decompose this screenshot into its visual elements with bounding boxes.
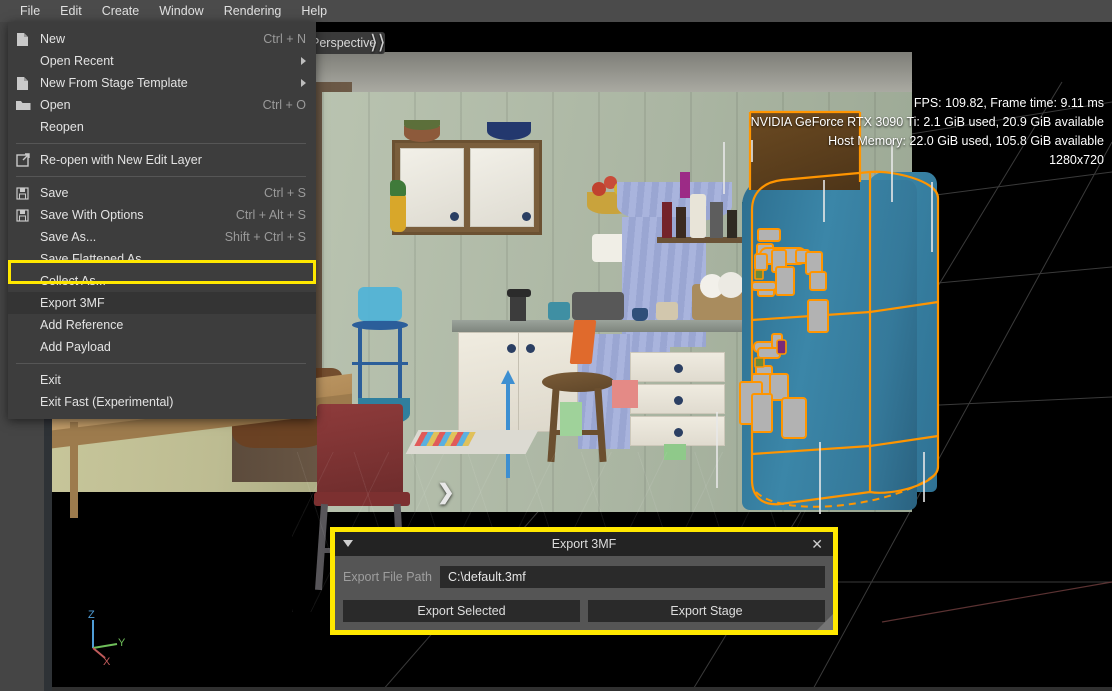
empty-icon-slot xyxy=(16,273,40,289)
menu-item-save[interactable]: Save Ctrl + S xyxy=(8,182,316,204)
menu-item-add-payload[interactable]: Add Payload xyxy=(8,336,316,358)
menu-item-collect-as-label: Collect As... xyxy=(40,274,106,288)
menu-item-new-from-stage-template[interactable]: New From Stage Template xyxy=(8,72,316,94)
hud-resolution-line: 1280x720 xyxy=(1049,153,1104,167)
menu-rendering[interactable]: Rendering xyxy=(214,1,292,21)
empty-icon-slot xyxy=(16,53,40,69)
menu-item-save-label: Save xyxy=(40,186,69,200)
menu-item-exit[interactable]: Exit xyxy=(8,369,316,391)
menu-item-save-accel: Ctrl + S xyxy=(263,186,306,200)
save-icon xyxy=(16,207,40,223)
empty-icon-slot xyxy=(16,339,40,355)
hud-gpu-line: NVIDIA GeForce RTX 3090 Ti: 2.1 GiB used… xyxy=(750,115,1104,129)
menu-edit[interactable]: Edit xyxy=(50,1,92,21)
empty-icon-slot xyxy=(16,119,40,135)
viewport-stats-hud: FPS: 109.82, Frame time: 9.11 ms NVIDIA … xyxy=(751,94,1104,170)
menu-item-open-recent-label: Open Recent xyxy=(40,54,114,68)
expand-toolbar-chevron-icon[interactable]: ⟩⟩ xyxy=(370,32,386,52)
menu-window[interactable]: Window xyxy=(149,1,213,21)
viewport-bottom-strip xyxy=(52,687,1112,691)
folder-icon xyxy=(16,97,40,113)
panel-expand-chevron-icon[interactable]: ❯ xyxy=(437,482,455,503)
menu-item-add-reference-label: Add Reference xyxy=(40,318,124,332)
menu-item-save-flattened-as[interactable]: Save Flattened As... xyxy=(8,248,316,270)
menu-item-open[interactable]: Open Ctrl + O xyxy=(8,94,316,116)
menu-item-add-payload-label: Add Payload xyxy=(40,340,111,354)
menu-help[interactable]: Help xyxy=(291,1,337,21)
menu-item-open-recent[interactable]: Open Recent xyxy=(8,50,316,72)
menu-item-reopen[interactable]: Reopen xyxy=(8,116,316,138)
menu-item-reopen-label: Reopen xyxy=(40,120,84,134)
submenu-chevron-right-icon xyxy=(301,57,306,65)
empty-icon-slot xyxy=(16,372,40,388)
menu-item-save-with-options-accel: Ctrl + Alt + S xyxy=(235,208,306,222)
menu-item-save-flattened-as-label: Save Flattened As... xyxy=(40,252,152,266)
document-icon xyxy=(16,75,40,91)
hud-fps-line: FPS: 109.82, Frame time: 9.11 ms xyxy=(913,96,1104,110)
menu-item-exit-fast-label: Exit Fast (Experimental) xyxy=(40,395,174,409)
menu-item-new-accel: Ctrl + N xyxy=(263,32,306,46)
empty-icon-slot xyxy=(16,229,40,245)
menu-separator xyxy=(16,143,306,144)
save-icon xyxy=(16,185,40,201)
document-icon xyxy=(16,31,40,47)
submenu-chevron-right-icon xyxy=(301,79,306,87)
file-menu-dropdown[interactable]: New Ctrl + N Open Recent New From Stage … xyxy=(8,22,316,419)
menu-create[interactable]: Create xyxy=(92,1,150,21)
empty-icon-slot xyxy=(16,394,40,410)
external-link-icon xyxy=(16,152,40,168)
menu-item-exit-label: Exit xyxy=(40,373,61,387)
menu-item-reopen-with-new-edit-layer-label: Re-open with New Edit Layer xyxy=(40,153,202,167)
menu-item-new-from-stage-template-label: New From Stage Template xyxy=(40,76,188,90)
menu-item-open-label: Open xyxy=(40,98,71,112)
menu-item-save-as-accel: Shift + Ctrl + S xyxy=(224,230,306,244)
menu-item-export-3mf[interactable]: Export 3MF xyxy=(8,292,316,314)
menu-item-collect-as[interactable]: Collect As... xyxy=(8,270,316,292)
hud-host-memory-line: Host Memory: 22.0 GiB used, 105.8 GiB av… xyxy=(828,134,1104,148)
menu-item-exit-fast[interactable]: Exit Fast (Experimental) xyxy=(8,391,316,413)
menu-item-new-label: New xyxy=(40,32,66,46)
main-menubar[interactable]: File Edit Create Window Rendering Help xyxy=(0,0,1112,22)
menu-item-new[interactable]: New Ctrl + N xyxy=(8,28,316,50)
menu-item-export-3mf-label: Export 3MF xyxy=(40,296,105,310)
empty-icon-slot xyxy=(16,317,40,333)
menu-item-save-as[interactable]: Save As... Shift + Ctrl + S xyxy=(8,226,316,248)
menu-item-save-as-label: Save As... xyxy=(40,230,97,244)
menu-item-open-accel: Ctrl + O xyxy=(262,98,306,112)
export-3mf-dialog-highlight-box xyxy=(330,527,838,635)
menu-item-reopen-with-new-edit-layer[interactable]: Re-open with New Edit Layer xyxy=(8,149,316,171)
menu-file[interactable]: File xyxy=(10,1,51,21)
omniverse-app-window: Perspective ⟩⟩ ❯ FPS: 109.82, Frame time… xyxy=(0,0,1112,691)
menu-item-save-with-options-label: Save With Options xyxy=(40,208,144,222)
empty-icon-slot xyxy=(16,295,40,311)
axis-label-x: X xyxy=(103,656,111,666)
menu-separator xyxy=(16,363,306,364)
axis-gizmo[interactable]: Z Y X xyxy=(77,606,137,668)
menu-separator xyxy=(16,176,306,177)
menu-item-save-with-options[interactable]: Save With Options Ctrl + Alt + S xyxy=(8,204,316,226)
axis-label-y: Y xyxy=(118,637,126,649)
axis-label-z: Z xyxy=(88,609,95,621)
menu-item-add-reference[interactable]: Add Reference xyxy=(8,314,316,336)
empty-icon-slot xyxy=(16,251,40,267)
